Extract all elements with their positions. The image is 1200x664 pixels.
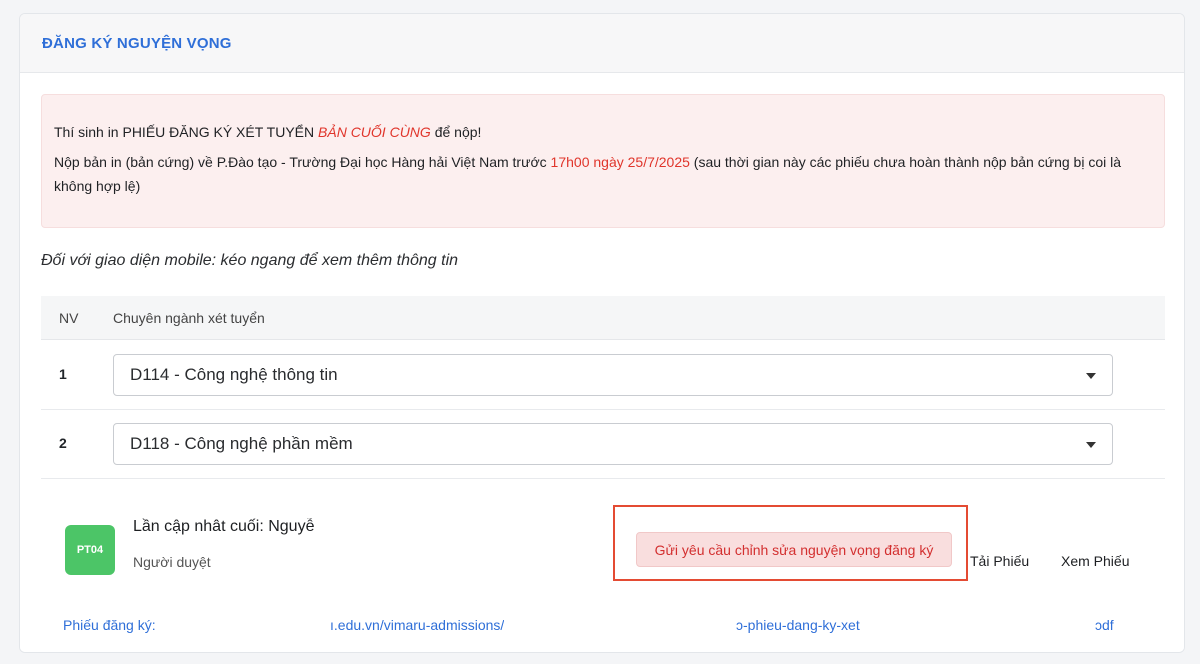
request-edit-button[interactable]: Gửi yêu cầu chỉnh sửa nguyện vọng đăng k… — [636, 532, 952, 567]
table-row: 2 D118 - Công nghệ phần mềm — [41, 409, 1165, 479]
row-number: 1 — [59, 366, 67, 382]
approver-label: Người duyệt — [133, 554, 211, 570]
mobile-note: Đối với giao diện mobile: kéo ngang để x… — [41, 252, 459, 269]
notice-line-1: Thí sinh in PHIẾU ĐĂNG KÝ XÉT TUYỂN BẢN … — [54, 120, 1152, 144]
major-select-value: D118 - Công nghệ phần mềm — [130, 434, 353, 453]
caret-down-icon — [1086, 373, 1096, 379]
column-header-nv: NV — [59, 310, 79, 326]
major-select-2[interactable]: D118 - Công nghệ phần mềm — [113, 423, 1113, 465]
card-header: ĐĂNG KÝ NGUYỆN VỌNG — [20, 14, 1184, 73]
last-updated-text: Lần cập nhât cuối: Nguyễ — [133, 518, 315, 535]
notice-line-1-suffix: để nộp! — [430, 124, 482, 140]
view-form-button[interactable]: Xem Phiếu — [1061, 553, 1129, 569]
status-footer: PT04 Lần cập nhât cuối: Nguyễ Người duyệ… — [20, 498, 1184, 652]
form-link-label[interactable]: Phiếu đăng ký: — [63, 617, 156, 633]
row-number: 2 — [59, 435, 67, 451]
major-select-1[interactable]: D114 - Công nghệ thông tin — [113, 354, 1113, 396]
table-row: 1 D114 - Công nghệ thông tin — [41, 340, 1165, 410]
column-header-major: Chuyên ngành xét tuyển — [113, 310, 265, 326]
registration-card: ĐĂNG KÝ NGUYỆN VỌNG Thí sinh in PHIẾU ĐĂ… — [19, 13, 1185, 653]
notice-emphasis: BẢN CUỐI CÙNG — [318, 124, 431, 140]
notice-alert: Thí sinh in PHIẾU ĐĂNG KÝ XÉT TUYỂN BẢN … — [41, 94, 1165, 228]
method-badge: PT04 — [65, 525, 115, 575]
notice-line-1-prefix: Thí sinh in PHIẾU ĐĂNG KÝ XÉT TUYỂN — [54, 124, 319, 140]
download-form-button[interactable]: Tải Phiếu — [970, 553, 1029, 569]
notice-line-2: Nộp bản in (bản cứng) về P.Đào tạo - Trư… — [54, 150, 1152, 198]
form-link-part-1[interactable]: ı.edu.vn/vimaru-admissions/ — [330, 617, 504, 633]
major-select-value: D114 - Công nghệ thông tin — [130, 365, 338, 384]
page-title: ĐĂNG KÝ NGUYỆN VỌNG — [42, 34, 232, 52]
form-link-part-3[interactable]: ɔdf — [1095, 617, 1114, 633]
caret-down-icon — [1086, 442, 1096, 448]
table-header: NV Chuyên ngành xét tuyển — [41, 296, 1165, 340]
form-link-part-2[interactable]: ɔ-phieu-dang-ky-xet — [736, 617, 860, 633]
notice-deadline: 17h00 ngày 25/7/2025 — [550, 154, 690, 170]
notice-line-2-prefix: Nộp bản in (bản cứng) về P.Đào tạo - Trư… — [54, 154, 551, 170]
